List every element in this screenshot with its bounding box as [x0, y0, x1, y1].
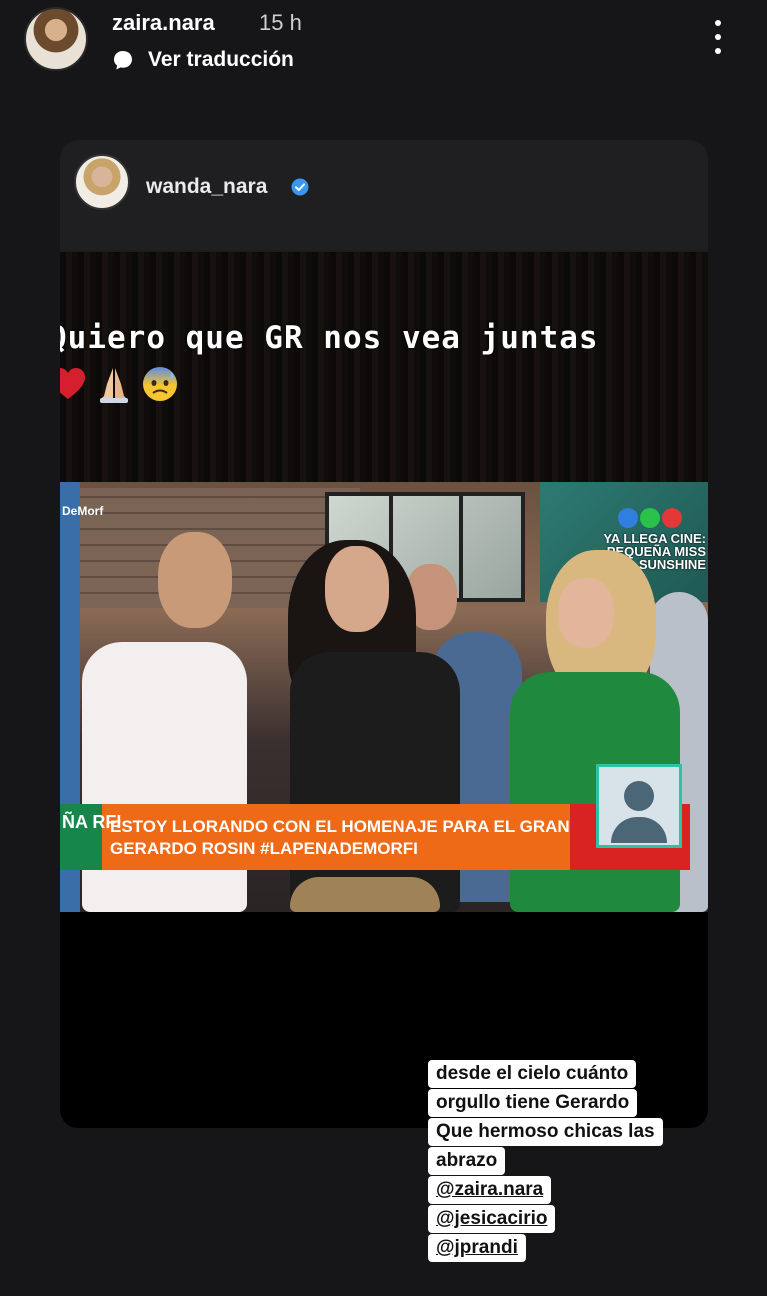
ticker-text: ESTOY LLORANDO CON EL HOMENAJE PARA EL G… — [110, 817, 570, 858]
caption-line: desde el cielo cuánto — [428, 1060, 637, 1088]
speech-bubble-icon — [114, 51, 132, 70]
repost-avatar[interactable] — [74, 154, 130, 210]
caption-line: abrazo — [428, 1147, 506, 1175]
story-timestamp: 15 h — [259, 10, 302, 35]
reposted-story-card[interactable]: wanda_nara Quiero que GR nos vea juntas — [60, 140, 708, 1128]
emoji-row — [60, 364, 180, 404]
caption-text: desde el cielo cuánto orgullo tiene Gera… — [428, 1060, 698, 1263]
mention-link[interactable]: @zaira.nara — [428, 1176, 552, 1204]
story-header: zaira.nara 15 h Ver traducción — [0, 0, 767, 80]
folded-hands-icon — [100, 368, 128, 403]
mention-link[interactable]: @jprandi — [428, 1234, 526, 1262]
story-username[interactable]: zaira.nara — [112, 10, 215, 36]
user-placeholder-icon — [596, 764, 682, 848]
tv-screen: DeMorf YA LLEGA CINE: PEQUEÑA MISS SUNSH… — [60, 482, 708, 912]
quote-text: Quiero que GR nos vea juntas — [60, 320, 599, 356]
more-options-icon[interactable] — [705, 16, 731, 58]
translate-label: Ver traducción — [148, 48, 294, 71]
avatar[interactable] — [24, 7, 88, 71]
verified-badge-icon — [291, 178, 309, 196]
story-media: Quiero que GR nos vea juntas DeMorf YA L… — [60, 252, 708, 1128]
channel-tag: DeMorf — [62, 504, 104, 518]
channel-logo-icon — [618, 508, 682, 528]
repost-username[interactable]: wanda_nara — [146, 175, 267, 199]
mention-link[interactable]: @jesicacirio — [428, 1205, 556, 1233]
caption-line: Que hermoso chicas las — [428, 1118, 663, 1146]
red-heart-icon — [60, 368, 85, 399]
anxious-face-icon — [143, 367, 177, 401]
translate-button[interactable]: Ver traducción — [112, 46, 294, 74]
repost-header: wanda_nara — [60, 140, 708, 250]
caption-line: orgullo tiene Gerardo — [428, 1089, 638, 1117]
